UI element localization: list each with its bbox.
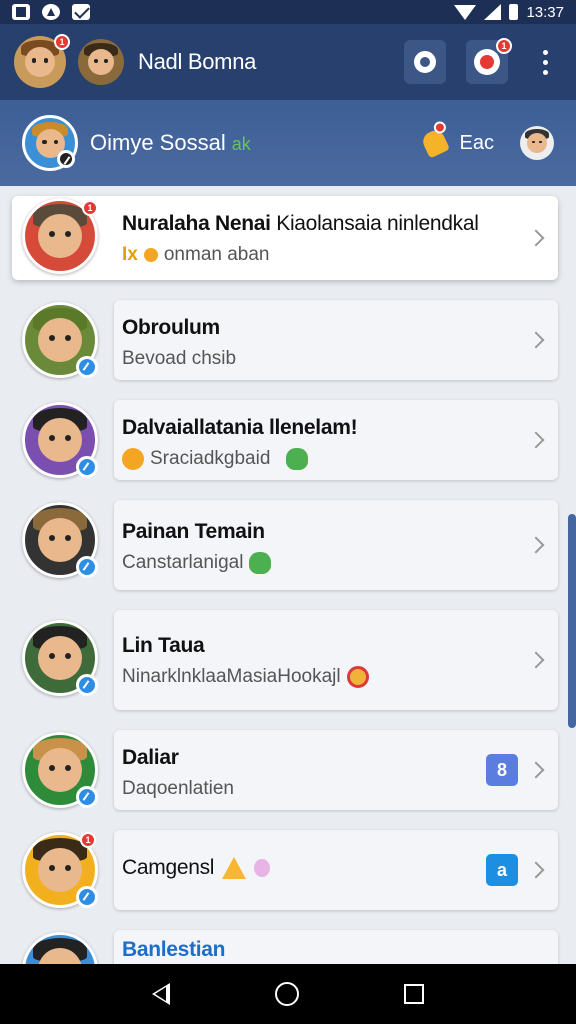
status-icon: [76, 674, 98, 696]
list-item[interactable]: 1 Camgensl a: [0, 820, 576, 920]
list-item[interactable]: Banlestian: [0, 920, 576, 964]
avatar: 1: [22, 198, 98, 274]
scrollbar[interactable]: [568, 514, 576, 728]
n-icon: [12, 4, 30, 20]
back-icon[interactable]: [152, 983, 171, 1005]
group-avatar[interactable]: [22, 115, 78, 171]
group-header: Oimye Sossal ak Eac: [0, 100, 576, 186]
signal-icon: [484, 4, 502, 20]
list-item[interactable]: Dalvaiallatania llenelam! Sraciadkgbaid: [0, 390, 576, 490]
battery-icon: [509, 4, 519, 20]
avatar: [22, 502, 98, 578]
notification-badge: 1: [54, 34, 70, 50]
list-item[interactable]: Painan Temain Canstarlanigal: [0, 490, 576, 600]
wifi-icon: [454, 4, 477, 20]
avatar: [22, 302, 98, 378]
header-action-label[interactable]: Eac: [460, 132, 494, 155]
list-item[interactable]: 1 Nuralaha Nenai Kiaolansaia ninlendkal …: [0, 186, 576, 290]
avatar: [22, 402, 98, 478]
list-item[interactable]: Daliar Daqoenlatien 8: [0, 720, 576, 820]
status-icon: [76, 456, 98, 478]
recents-icon[interactable]: [403, 984, 424, 1004]
list-item[interactable]: Lin Taua NinarklnklaaMasiaHookajl: [0, 600, 576, 720]
secondary-avatar[interactable]: [78, 39, 124, 85]
target-button[interactable]: 1: [466, 38, 512, 84]
more-vert-icon: [542, 49, 548, 75]
avatar: [22, 620, 98, 696]
top-app-bar: 1 Nadl Bomna 1: [0, 24, 576, 100]
bell-icon[interactable]: [419, 119, 450, 159]
mail-icon: [72, 4, 90, 20]
app-badge[interactable]: a: [486, 854, 518, 886]
app-title: Nadl Bomna: [138, 49, 257, 74]
contact-list: 1 Nuralaha Nenai Kiaolansaia ninlendkal …: [0, 186, 576, 964]
status-icon: [76, 786, 98, 808]
app-icon: [42, 4, 60, 20]
home-icon[interactable]: [274, 982, 299, 1006]
status-icon: [76, 886, 98, 908]
system-nav-bar: [0, 964, 576, 1024]
status-icon: [76, 356, 98, 378]
status-icon: [76, 556, 98, 578]
app-badge[interactable]: 8: [486, 754, 518, 786]
gear-icon: [414, 51, 436, 73]
settings-button[interactable]: [404, 40, 446, 84]
action-badge: 1: [496, 38, 512, 54]
list-item[interactable]: Obroulum Bevoad chsib: [0, 290, 576, 390]
status-bar: 13:37: [0, 0, 576, 24]
group-status-icon: [57, 150, 75, 168]
avatar: [22, 732, 98, 808]
group-title: Oimye Sossal ak: [90, 130, 251, 155]
profile-avatar[interactable]: 1: [14, 34, 70, 88]
avatar: 1: [22, 832, 98, 908]
avatar: [22, 932, 98, 964]
status-time: 13:37: [526, 3, 564, 21]
more-options-button[interactable]: [528, 40, 562, 84]
user-avatar[interactable]: [520, 126, 554, 160]
target-icon: [474, 49, 500, 75]
